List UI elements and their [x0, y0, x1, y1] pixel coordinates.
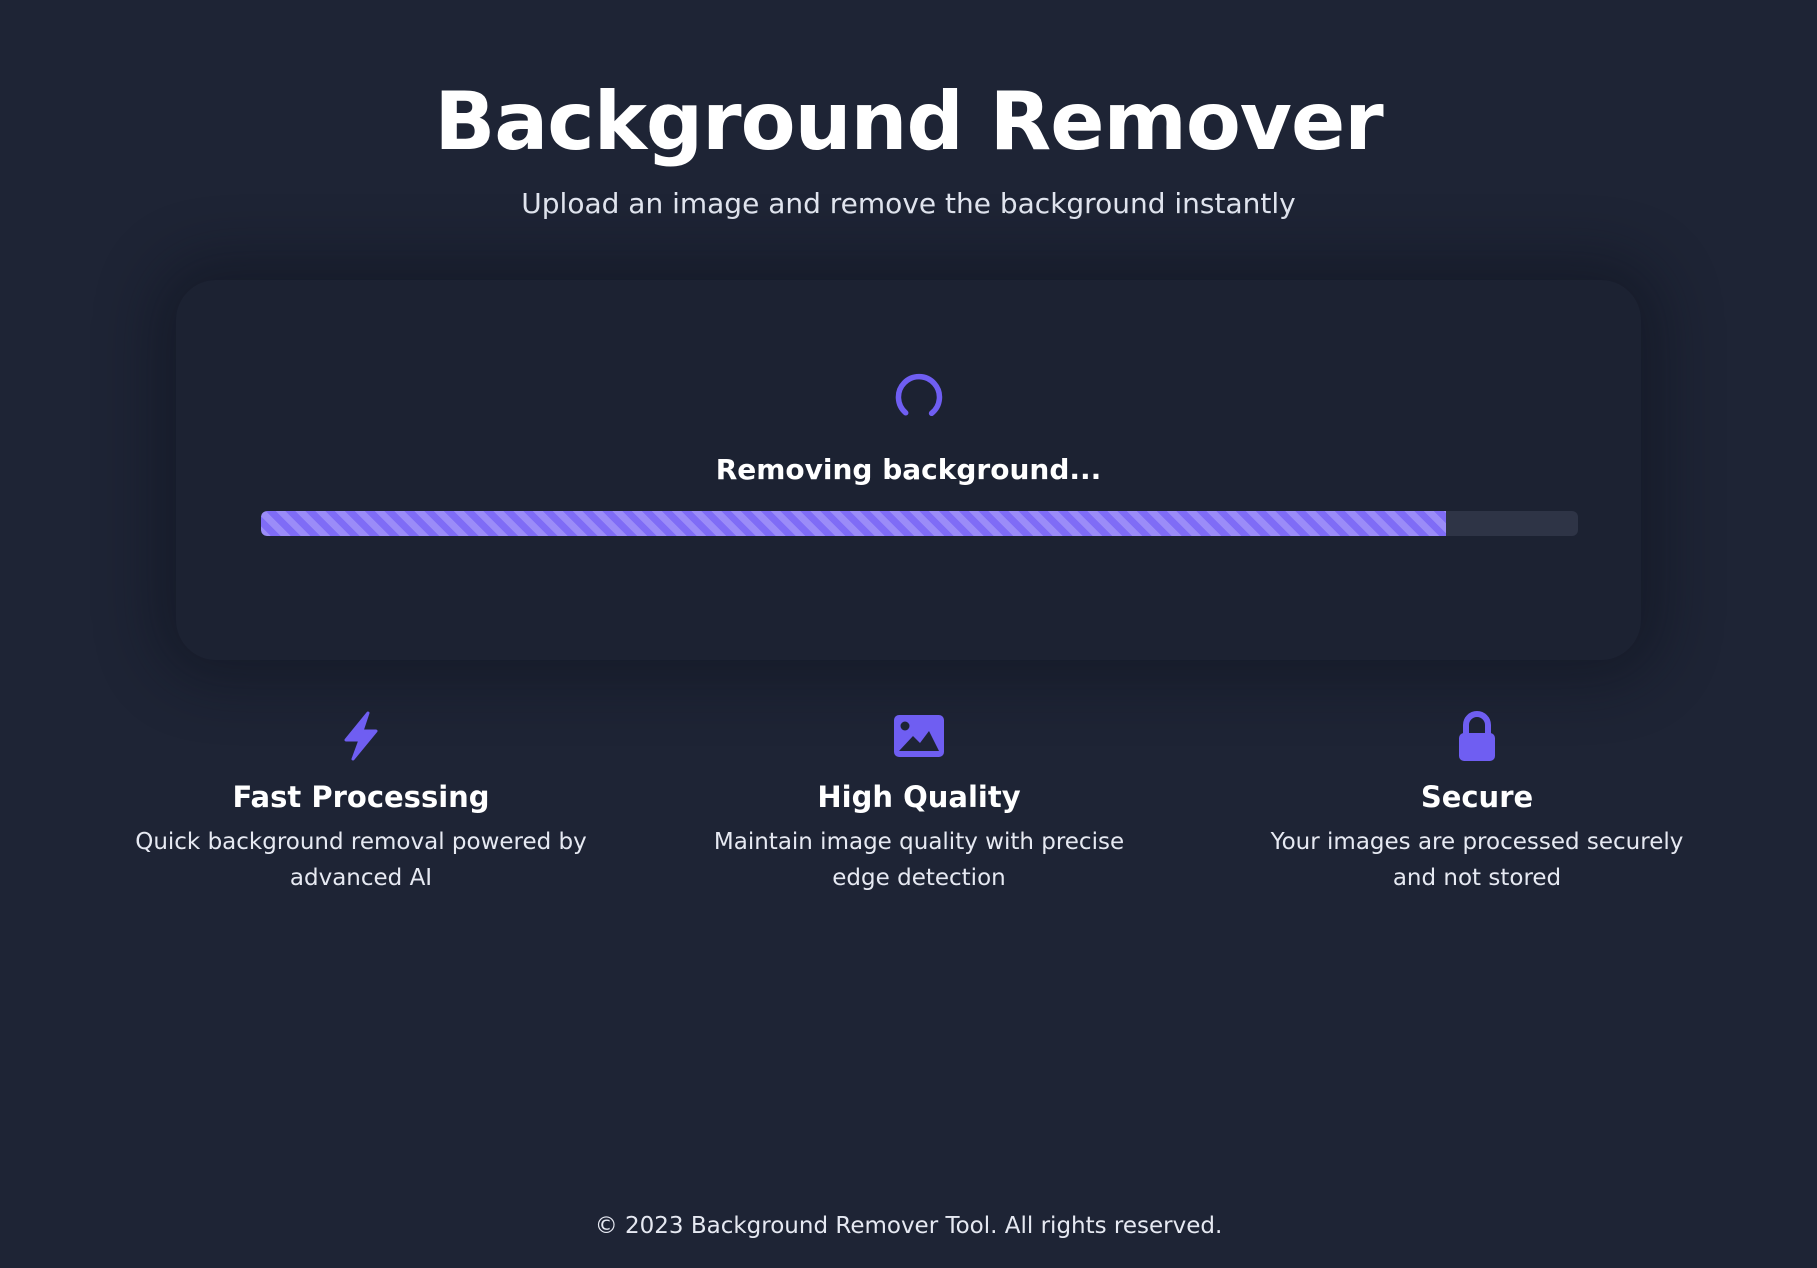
feature-title: High Quality	[817, 780, 1021, 814]
progress-bar	[261, 511, 1578, 536]
lightning-bolt-icon	[344, 711, 378, 761]
loading-spinner-icon	[895, 373, 943, 417]
feature-description: Your images are processed securely and n…	[1270, 829, 1684, 891]
processing-status: Removing background...	[715, 453, 1102, 486]
feature-high-quality: High Quality Maintain image quality with…	[689, 710, 1149, 896]
page-title: Background Remover	[434, 75, 1383, 168]
feature-title: Secure	[1420, 780, 1534, 814]
progress-bar-fill	[261, 511, 1447, 536]
feature-title: Fast Processing	[232, 780, 490, 814]
features-section: Fast Processing Quick background removal…	[0, 710, 1817, 910]
page-subtitle: Upload an image and remove the backgroun…	[521, 187, 1296, 220]
page-footer: © 2023 Background Remover Tool. All righ…	[0, 1208, 1817, 1244]
feature-secure: Secure Your images are processed securel…	[1247, 710, 1707, 896]
image-icon	[894, 715, 944, 757]
copyright-text: © 2023 Background Remover Tool. All righ…	[594, 1213, 1223, 1239]
feature-description: Quick background removal powered by adva…	[135, 829, 587, 891]
feature-description: Maintain image quality with precise edge…	[713, 829, 1125, 891]
feature-fast-processing: Fast Processing Quick background removal…	[131, 710, 591, 896]
lock-icon	[1459, 711, 1495, 761]
page-header: Background Remover Upload an image and r…	[0, 72, 1817, 222]
